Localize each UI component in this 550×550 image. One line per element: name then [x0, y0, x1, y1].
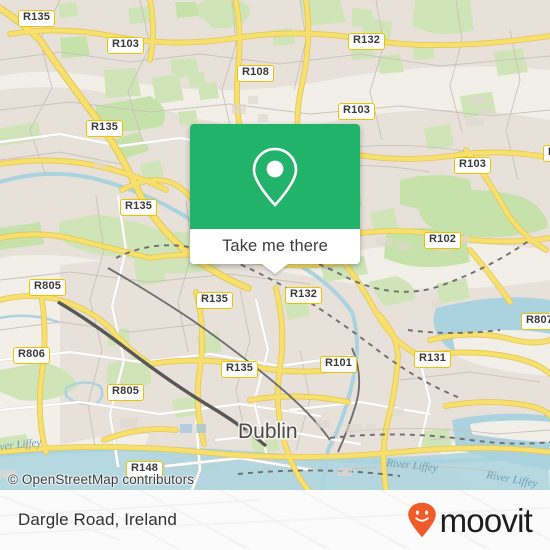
moovit-brand-logo[interactable]: moovit: [407, 501, 533, 539]
take-me-there-label: Take me there: [222, 237, 328, 255]
moovit-smiley-pin-icon: [407, 502, 436, 538]
city-label-dublin: Dublin: [238, 420, 298, 443]
road-shield: R132: [348, 33, 386, 50]
road-shield: R135: [86, 120, 124, 137]
road-shield: R103: [338, 103, 376, 120]
callout-tail-pointer: [262, 264, 288, 274]
callout-pin-panel: [190, 124, 360, 229]
road-shield: R103: [454, 157, 492, 174]
map-screenshot-page: .land { fill:#f2efe9; } .resid { fill:#e…: [0, 0, 550, 550]
road-shield: R135: [18, 10, 56, 27]
map-attribution[interactable]: © OpenStreetMap contributors: [8, 472, 194, 487]
road-shield: R1: [543, 145, 550, 162]
road-shield: R805: [29, 279, 67, 296]
road-shield: R135: [120, 199, 158, 216]
footer-bar: Dargle Road, Ireland moovit: [0, 490, 550, 550]
callout-action-panel[interactable]: Take me there: [190, 229, 360, 264]
road-shield: R135: [196, 292, 234, 309]
road-shield: R102: [424, 232, 462, 249]
road-shield: R132: [285, 287, 323, 304]
road-shield: R807: [521, 313, 550, 330]
road-shield: R135: [221, 361, 259, 378]
place-title: Dargle Road, Ireland: [18, 510, 177, 529]
road-shield: R108: [237, 65, 275, 82]
road-shield: R805: [107, 384, 145, 401]
road-shield: R101: [320, 356, 358, 373]
road-shield: R806: [13, 347, 51, 364]
destination-callout-card[interactable]: Take me there: [190, 124, 360, 274]
road-shield: R131: [414, 351, 452, 368]
map-pin-icon: [252, 147, 298, 207]
road-shield: R103: [107, 37, 145, 54]
moovit-wordmark: moovit: [439, 501, 533, 539]
